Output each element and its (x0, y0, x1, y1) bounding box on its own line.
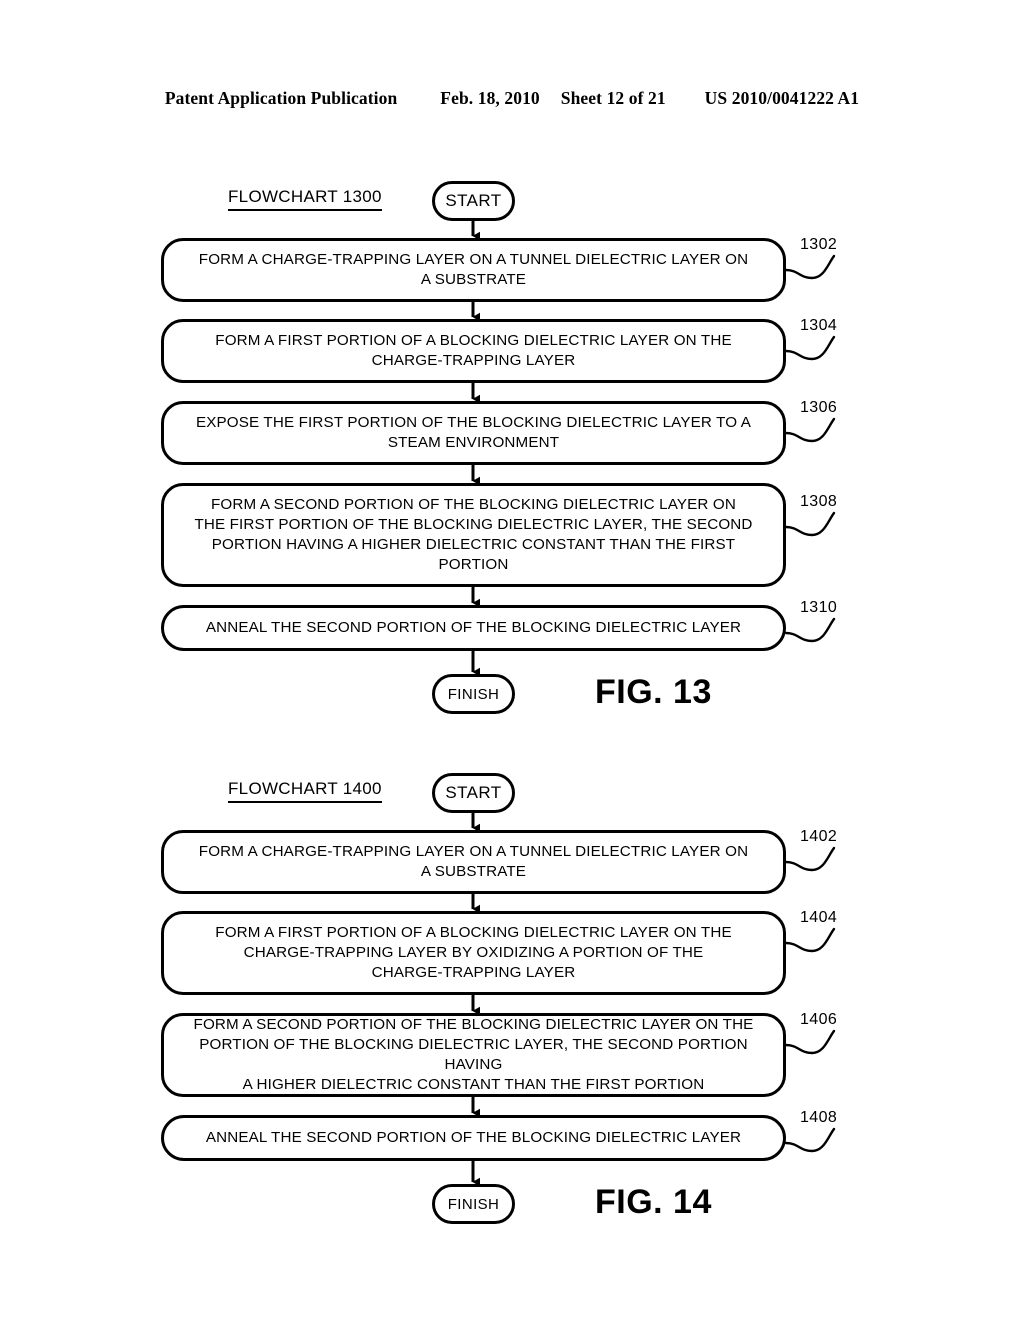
process-box-1308-text: FORM A SECOND PORTION OF THE BLOCKING DI… (194, 496, 753, 573)
process-box-1302[interactable]: FORM A CHARGE-TRAPPING LAYER ON A TUNNEL… (161, 238, 786, 302)
start-node-1300[interactable]: START (432, 181, 515, 221)
process-box-1306[interactable]: EXPOSE THE FIRST PORTION OF THE BLOCKING… (161, 401, 786, 465)
process-box-1406-text: FORM A SECOND PORTION OF THE BLOCKING DI… (193, 1016, 754, 1093)
refnum-1306: 1306 (800, 399, 838, 416)
process-box-1404-text: FORM A FIRST PORTION OF A BLOCKING DIELE… (215, 924, 732, 981)
header-patent-number: US 2010/0041222 A1 (704, 88, 860, 108)
finish-node-1300[interactable]: FINISH (432, 674, 515, 714)
process-box-1302-text: FORM A CHARGE-TRAPPING LAYER ON A TUNNEL… (198, 251, 749, 288)
header-date: Feb. 18, 2010 (440, 88, 540, 108)
process-box-1310-text: ANNEAL THE SECOND PORTION OF THE BLOCKIN… (205, 619, 742, 636)
page-header: Patent Application Publication Feb. 18, … (0, 88, 1024, 109)
header-publication: Patent Application Publication (164, 88, 398, 108)
refnum-1402: 1402 (800, 828, 838, 845)
figure-14: FLOWCHART 1400 START FORM A CHARGE-TRAPP… (0, 752, 1024, 1252)
process-box-1404[interactable]: FORM A FIRST PORTION OF A BLOCKING DIELE… (161, 911, 786, 995)
process-box-1402-text: FORM A CHARGE-TRAPPING LAYER ON A TUNNEL… (198, 843, 749, 880)
refnum-1310: 1310 (800, 599, 838, 616)
finish-node-1400[interactable]: FINISH (432, 1184, 515, 1224)
refnum-1406: 1406 (800, 1011, 838, 1028)
process-box-1406[interactable]: FORM A SECOND PORTION OF THE BLOCKING DI… (161, 1013, 786, 1097)
process-box-1408[interactable]: ANNEAL THE SECOND PORTION OF THE BLOCKIN… (161, 1115, 786, 1161)
process-box-1304-text: FORM A FIRST PORTION OF A BLOCKING DIELE… (215, 332, 732, 369)
start-node-1400[interactable]: START (432, 773, 515, 813)
refnum-1304: 1304 (800, 317, 838, 334)
refnum-1302: 1302 (800, 236, 838, 253)
process-box-1310[interactable]: ANNEAL THE SECOND PORTION OF THE BLOCKIN… (161, 605, 786, 651)
process-box-1306-text: EXPOSE THE FIRST PORTION OF THE BLOCKING… (195, 414, 752, 451)
process-box-1402[interactable]: FORM A CHARGE-TRAPPING LAYER ON A TUNNEL… (161, 830, 786, 894)
figure-13: FLOWCHART 1300 START FORM A CHARGE-TRAPP… (0, 160, 1024, 740)
refnum-1404: 1404 (800, 909, 838, 926)
refnum-1308: 1308 (800, 493, 838, 510)
header-sheet: Sheet 12 of 21 (560, 88, 666, 108)
refnum-1408: 1408 (800, 1109, 838, 1126)
flowchart-title-1400: FLOWCHART 1400 (228, 779, 382, 803)
process-box-1308[interactable]: FORM A SECOND PORTION OF THE BLOCKING DI… (161, 483, 786, 587)
flowchart-title-1300: FLOWCHART 1300 (228, 187, 382, 211)
figure-caption-13: FIG. 13 (595, 673, 712, 711)
figure-caption-14: FIG. 14 (595, 1183, 712, 1221)
process-box-1304[interactable]: FORM A FIRST PORTION OF A BLOCKING DIELE… (161, 319, 786, 383)
process-box-1408-text: ANNEAL THE SECOND PORTION OF THE BLOCKIN… (205, 1129, 742, 1146)
